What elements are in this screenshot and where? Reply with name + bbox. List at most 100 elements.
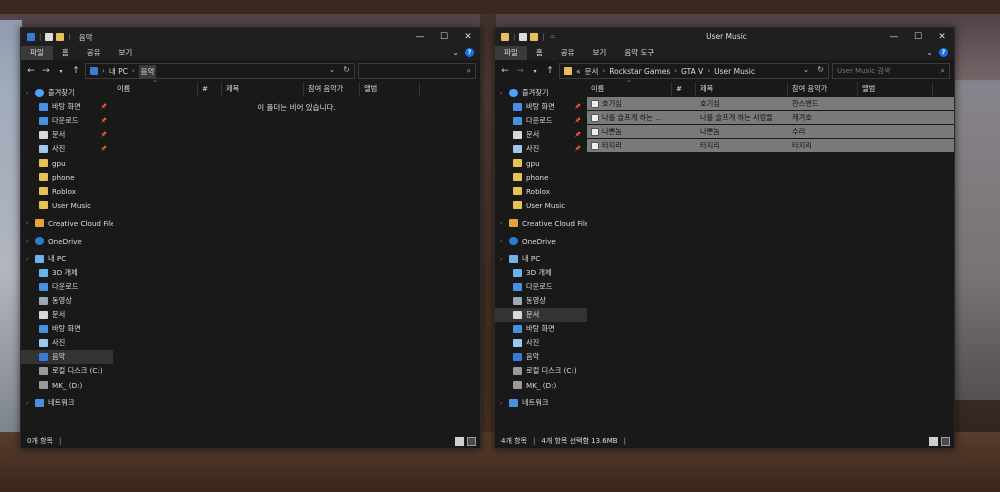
expand-chevron-icon[interactable]: › [26,90,28,97]
forward-arrow-icon[interactable]: → [40,66,52,76]
column-album[interactable]: 앨범 [858,82,933,96]
refresh-icon[interactable]: ↻ [343,65,350,74]
tab-home[interactable]: 홈 [527,46,552,60]
maximize-button[interactable]: ☐ [432,28,456,46]
search-input[interactable] [837,67,927,75]
breadcrumb-user-music[interactable]: User Music [714,67,755,76]
tab-share[interactable]: 공유 [552,46,584,60]
large-icons-view-icon[interactable] [467,437,476,446]
recent-locations-chevron-icon[interactable]: ▾ [529,68,541,75]
sidebar-item[interactable]: 문서 📌 [21,128,113,142]
recent-locations-chevron-icon[interactable]: ▾ [55,68,67,75]
sidebar-item[interactable]: gpu [495,156,587,170]
sidebar-item[interactable]: 다운로드 [21,280,113,294]
tab-file[interactable]: 파일 [21,46,53,60]
new-folder-icon[interactable] [56,33,65,41]
sidebar-item[interactable]: 바탕 화면 [21,322,113,336]
file-row[interactable]: 나쁜놈 나쁜놈 수리 [587,125,954,138]
sidebar-item[interactable]: phone [495,170,587,184]
sidebar-item[interactable]: 바탕 화면 [495,322,587,336]
column-title[interactable]: 제목 [696,82,788,96]
column-number[interactable]: # [198,82,222,96]
minimize-button[interactable]: — [408,28,432,46]
expand-chevron-icon[interactable]: › [500,400,502,407]
breadcrumb-documents[interactable]: 문서 [585,66,599,77]
sidebar-item[interactable]: 문서 📌 [495,128,587,142]
sidebar-item[interactable]: User Music [21,198,113,212]
sidebar-item[interactable]: 사진 📌 [21,142,113,156]
title-bar[interactable]: | | = User Music — ☐ ✕ [495,28,954,46]
file-row[interactable]: 타지리 타지리 타지리 [587,139,954,152]
sidebar-item[interactable]: › Creative Cloud Files [21,216,119,230]
sidebar-item[interactable]: 3D 개체 [21,266,113,280]
sidebar-item[interactable]: › 즐겨찾기 [495,86,587,100]
up-arrow-icon[interactable]: ↑ [70,66,82,76]
search-box[interactable]: ⌕ [832,63,950,79]
sidebar-item[interactable]: 사진 [495,336,587,350]
search-input[interactable] [363,67,453,75]
tab-music-tools[interactable]: 음악 도구 [615,46,663,60]
expand-chevron-icon[interactable]: › [26,400,28,407]
column-artist[interactable]: 참여 음악가 [304,82,360,96]
sidebar-item[interactable]: 다운로드 [495,280,587,294]
breadcrumb-rockstar-games[interactable]: Rockstar Games [609,67,670,76]
sidebar-item[interactable]: › OneDrive [495,234,587,248]
sidebar-item[interactable]: › 즐겨찾기 [21,86,113,100]
expand-chevron-icon[interactable]: › [500,90,502,97]
sidebar-item[interactable]: User Music [495,198,587,212]
details-view-icon[interactable] [455,437,464,446]
sidebar-item[interactable]: Roblox [21,184,113,198]
sidebar-item[interactable]: 문서 [21,308,113,322]
details-view-icon[interactable] [929,437,938,446]
sidebar-item[interactable]: 바탕 화면 📌 [21,100,113,114]
breadcrumb-gta-v[interactable]: GTA V [681,67,703,76]
new-folder-icon[interactable] [530,33,539,41]
expand-chevron-icon[interactable]: › [26,220,28,227]
expand-chevron-icon[interactable]: › [26,256,28,263]
sidebar-item[interactable]: MK_ (D:) [21,378,113,392]
refresh-icon[interactable]: ↻ [817,65,824,74]
help-icon[interactable]: ? [465,48,474,57]
breadcrumb-overflow[interactable]: « [576,67,581,76]
tab-share[interactable]: 공유 [78,46,110,60]
sidebar-item[interactable]: 동영상 [495,294,587,308]
up-arrow-icon[interactable]: ↑ [544,66,556,76]
sidebar-item[interactable]: 음악 [21,350,113,364]
sidebar-item[interactable]: › 내 PC [21,252,113,266]
sidebar-item[interactable]: gpu [21,156,113,170]
sidebar-item[interactable]: 바탕 화면 📌 [495,100,587,114]
maximize-button[interactable]: ☐ [906,28,930,46]
properties-icon[interactable] [45,33,54,41]
chevron-down-icon[interactable]: ⌄ [803,65,810,74]
expand-chevron-icon[interactable]: › [500,256,502,263]
breadcrumb-my-pc[interactable]: 내 PC [109,66,128,77]
expand-ribbon-icon[interactable]: ⌄ [452,48,459,57]
close-button[interactable]: ✕ [930,28,954,46]
expand-ribbon-icon[interactable]: ⌄ [926,48,933,57]
column-artist[interactable]: 참여 음악가 [788,82,858,96]
large-icons-view-icon[interactable] [941,437,950,446]
sidebar-item[interactable]: › 내 PC [495,252,587,266]
tab-file[interactable]: 파일 [495,46,527,60]
chevron-down-icon[interactable]: ⌄ [329,65,336,74]
column-name[interactable]: ^ 이름 [113,80,198,96]
sidebar-item[interactable]: 사진 📌 [495,142,587,156]
sidebar-item[interactable]: 로컬 디스크 (C:) [495,364,587,378]
sidebar-item[interactable]: › 네트워크 [21,396,113,410]
column-number[interactable]: # [672,82,696,96]
tab-view[interactable]: 보기 [110,46,142,60]
search-icon[interactable]: ⌕ [941,66,945,76]
sidebar-item[interactable]: 사진 [21,336,113,350]
back-arrow-icon[interactable]: ← [499,66,511,76]
help-icon[interactable]: ? [939,48,948,57]
sidebar-item[interactable]: 다운로드 📌 [21,114,113,128]
expand-chevron-icon[interactable]: › [26,238,28,245]
sidebar-item[interactable]: › Creative Cloud Files [495,216,593,230]
sidebar-item[interactable]: 동영상 [21,294,113,308]
back-arrow-icon[interactable]: ← [25,66,37,76]
sidebar-item[interactable]: 로컬 디스크 (C:) [21,364,113,378]
properties-icon[interactable] [519,33,528,41]
search-box[interactable]: ⌕ [358,63,476,79]
close-button[interactable]: ✕ [456,28,480,46]
sidebar-item[interactable]: MK_ (D:) [495,378,587,392]
